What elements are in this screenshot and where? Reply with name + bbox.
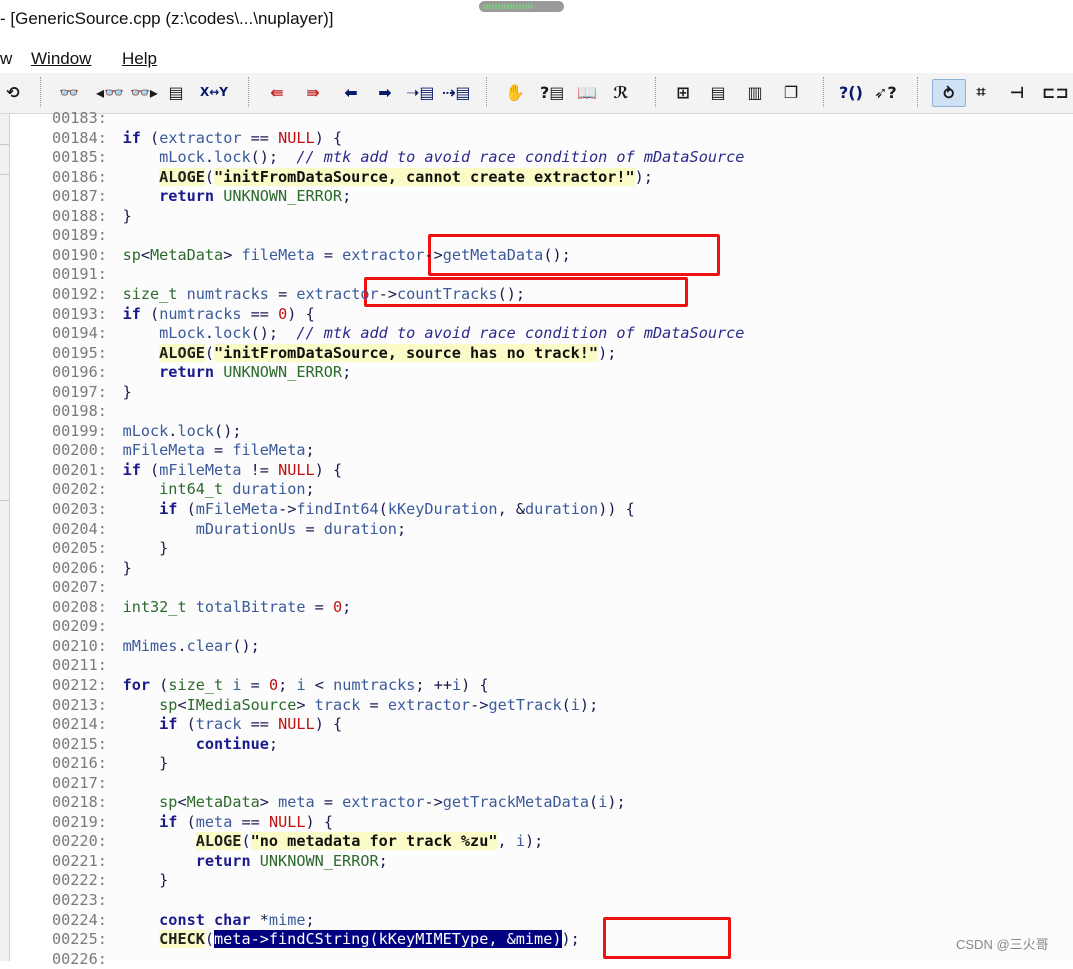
swap-xy-label: X↔Y [200, 85, 228, 99]
menu-window-label: Window [31, 49, 92, 68]
tree-icon[interactable]: ⊣ [1006, 79, 1028, 105]
code-line[interactable]: if (extractor == NULL) { [86, 129, 343, 149]
code-line[interactable]: ALOGE("initFromDataSource, cannot create… [86, 167, 653, 188]
relation-icon[interactable]: ℛ [610, 79, 632, 105]
project-window-icon[interactable]: ⊞ [672, 79, 694, 105]
line-number: 00183: [52, 109, 107, 127]
code-line[interactable]: return UNKNOWN_ERROR; [86, 187, 351, 207]
code-line[interactable]: return UNKNOWN_ERROR; [86, 363, 351, 383]
back-arrow-icon[interactable]: ⬅ [340, 79, 362, 105]
code-line[interactable]: } [86, 559, 132, 579]
forward-arrow-icon[interactable]: ➡ [374, 79, 396, 105]
sync-icon[interactable]: ⥁ [932, 79, 966, 107]
function-help-icon[interactable]: ?() [839, 79, 863, 105]
code-line[interactable]: if (track == NULL) { [86, 715, 342, 735]
code-line[interactable]: size_t numtracks = extractor->countTrack… [86, 285, 525, 305]
line-number: 00191: [52, 265, 107, 284]
code-line[interactable]: continue; [86, 735, 278, 755]
code-line[interactable]: for (size_t i = 0; i < numtracks; ++i) { [86, 676, 489, 696]
code-line[interactable]: mLock.lock(); // mtk add to avoid race c… [86, 148, 744, 168]
find-previous-icon[interactable]: ◂👓 [96, 79, 124, 105]
menu-window[interactable]: Window [31, 49, 91, 69]
toolbar-separator [917, 77, 919, 107]
code-line[interactable]: mMimes.clear(); [86, 637, 260, 657]
code-line[interactable]: mFileMeta = fileMeta; [86, 441, 315, 461]
jump-to-definition-icon[interactable]: ➝▤ [406, 79, 435, 105]
annotation-box-mime [603, 917, 731, 959]
code-line[interactable]: if (numtracks == 0) { [86, 305, 315, 325]
code-editor[interactable]: 00183: 00184: if (extractor == NULL) {001… [0, 109, 1073, 968]
browse-symbol-icon[interactable]: ✋ [504, 79, 526, 105]
menu-view-label: w [0, 49, 13, 68]
code-line[interactable]: sp<MetaData> fileMeta = extractor->getMe… [86, 246, 571, 266]
menu-view[interactable]: w [0, 49, 12, 69]
line-number: 00211: [52, 656, 107, 675]
symbol-window-icon[interactable]: ▤ [707, 79, 729, 105]
menu-help[interactable]: Help [122, 49, 157, 69]
code-line[interactable]: if (mFileMeta->findInt64(kKeyDuration, &… [86, 500, 635, 520]
title-bar: - [GenericSource.cpp (z:\codes\...\nupla… [0, 0, 1073, 45]
code-line[interactable]: ALOGE("initFromDataSource, source has no… [86, 343, 616, 364]
watermark: CSDN @三火哥 [956, 937, 1049, 952]
line-number: 00189: [52, 226, 107, 245]
toolbar-separator [248, 77, 250, 107]
gutter-mark [0, 500, 9, 501]
code-line[interactable]: sp<IMediaSource> track = extractor->getT… [86, 696, 598, 716]
code-line[interactable]: CHECK(meta->findCString(kKeyMIMEType, &m… [86, 930, 580, 950]
left-gutter [0, 114, 10, 961]
line-number: 00223: [52, 891, 107, 909]
book-icon[interactable]: 📖 [576, 79, 598, 105]
code-line[interactable]: mLock.lock(); [86, 422, 242, 442]
find-next-icon[interactable]: 👓▸ [130, 79, 158, 105]
code-line[interactable]: ALOGE("no metadata for track %zu", i); [86, 832, 543, 852]
swap-xy-icon[interactable]: X↔Y [200, 79, 228, 105]
line-number: 00207: [52, 578, 107, 597]
line-number: 00198: [52, 402, 107, 421]
code-line[interactable]: const char *mime; [86, 911, 315, 931]
context-help-icon[interactable]: ➶? [874, 79, 897, 105]
find-in-files-icon[interactable]: ▤ [165, 79, 187, 105]
toolbar-separator [655, 77, 657, 107]
code-line[interactable]: } [86, 207, 132, 227]
code-line[interactable]: mDurationUs = duration; [86, 520, 406, 540]
line-number: 00226: [52, 949, 107, 968]
toolbar: ⟲ 👓 ◂👓 👓▸ ▤ X↔Y ⇚ ⇛ ⬅ ➡ ➝▤ ⇢▤ ✋ ?▤ 📖 ℛ ⊞… [0, 73, 1073, 114]
jump-back-icon[interactable]: ⇢▤ [442, 79, 471, 105]
toolbar-separator [40, 77, 42, 107]
title-drag-handle[interactable] [479, 1, 564, 12]
layout-icon[interactable]: ⊏⊐ [1042, 79, 1069, 105]
bookmark-previous-icon[interactable]: ⇚ [266, 79, 288, 105]
binoculars-icon[interactable]: 👓 [58, 79, 80, 105]
gutter-mark [0, 144, 9, 145]
relation-window-icon[interactable]: ❐ [780, 79, 802, 105]
line-number-column [10, 114, 58, 961]
line-number: 00209: [52, 617, 107, 636]
code-line[interactable]: mLock.lock(); // mtk add to avoid race c… [86, 324, 744, 344]
window-title: - [GenericSource.cpp (z:\codes\...\nupla… [0, 9, 334, 28]
code-line[interactable]: int64_t duration; [86, 480, 314, 500]
toolbar-separator [486, 77, 488, 107]
bookmark-next-icon[interactable]: ⇛ [302, 79, 324, 105]
refresh-icon[interactable]: ⟲ [2, 79, 24, 105]
context-window-icon[interactable]: ▥ [744, 79, 766, 105]
code-line[interactable]: } [86, 754, 168, 774]
code-line[interactable]: return UNKNOWN_ERROR; [86, 852, 388, 872]
graph-icon[interactable]: ⌗ [970, 79, 992, 105]
code-line[interactable]: sp<MetaData> meta = extractor->getTrackM… [86, 793, 626, 813]
code-line[interactable]: } [86, 383, 132, 403]
toolbar-separator [823, 77, 825, 107]
menu-help-label: Help [122, 49, 157, 68]
lookup-reference-icon[interactable]: ?▤ [540, 79, 564, 105]
gutter-mark [0, 174, 9, 175]
code-line[interactable]: } [86, 871, 168, 891]
menu-bar: w Window Help [0, 45, 1073, 73]
code-line[interactable]: int32_t totalBitrate = 0; [86, 598, 352, 618]
code-line[interactable]: } [86, 539, 168, 559]
line-number: 00217: [52, 773, 107, 792]
code-line[interactable]: if (meta == NULL) { [86, 813, 333, 833]
code-line[interactable]: if (mFileMeta != NULL) { [86, 461, 343, 481]
